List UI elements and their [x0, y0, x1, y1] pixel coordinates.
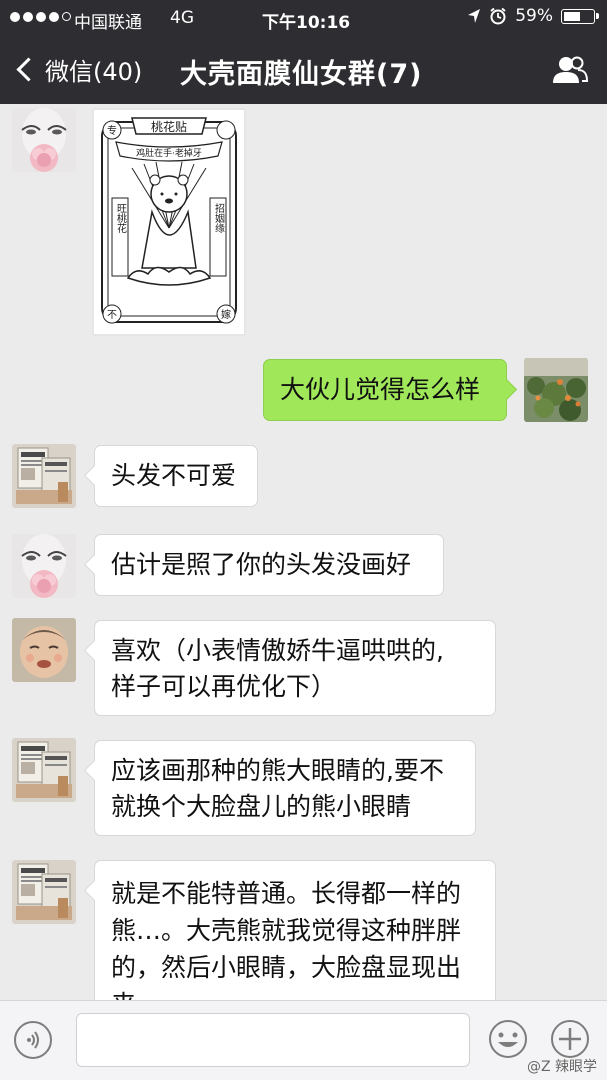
- battery-fill: [564, 11, 580, 21]
- voice-icon: [27, 1031, 39, 1049]
- battery-percent: 59%: [515, 6, 553, 26]
- emoji-icon: [489, 1020, 527, 1058]
- plus-icon: [551, 1020, 589, 1058]
- sticker-corner-br: 嫁: [221, 308, 231, 321]
- back-label: 微信(40): [45, 58, 143, 86]
- message-text-line: 的，然后小眼睛，大脸盘显现出: [111, 953, 462, 982]
- emoji-button[interactable]: [488, 1019, 528, 1059]
- nav-bar: 微信(40) 大壳面膜仙女群(7): [0, 36, 607, 104]
- sticker-banner-text: 桃花贴: [151, 119, 187, 134]
- message-bubble-incoming[interactable]: 应该画那种的熊大眼睛的,要不 就换个大脸盘儿的熊小眼睛: [94, 740, 476, 836]
- location-arrow-icon: [468, 9, 481, 23]
- avatar-garden-icon: [524, 358, 588, 422]
- message-text-line: 应该画那种的熊大眼睛的,要不: [111, 756, 444, 785]
- avatar-newspaper-icon: [12, 860, 76, 924]
- avatar[interactable]: [12, 534, 76, 598]
- sticker-image[interactable]: 桃花贴 鸡肚在手·老掉牙 旺桃花 招姻缘 专 不 嫁: [92, 108, 246, 336]
- avatar[interactable]: [12, 738, 76, 802]
- avatar-woman-flower-icon: [12, 108, 76, 172]
- message-text-line: 熊…。大壳熊就我觉得这种胖胖: [111, 916, 462, 945]
- avatar-newspaper-icon: [12, 738, 76, 802]
- message-text-line: 就换个大脸盘儿的熊小眼睛: [111, 792, 412, 821]
- message-text-line: 来: [111, 986, 479, 1000]
- input-bar: @Z 辣眼学: [0, 1000, 607, 1080]
- avatar[interactable]: [12, 108, 76, 172]
- voice-button[interactable]: [14, 1021, 52, 1059]
- network-type: 4G: [170, 8, 194, 28]
- chevron-left-icon: [16, 57, 41, 82]
- wechat-chat-screen: 中国联通 4G 下午10:16 59% 微信(40) 大壳面膜仙女群(7) 桃花…: [0, 0, 607, 1080]
- carrier-name: 中国联通: [74, 13, 142, 33]
- sticker-left-text: 旺桃花: [115, 203, 127, 233]
- sticker-corner-bl: 不: [107, 310, 117, 321]
- peach-blossom-sticker-icon: 桃花贴 鸡肚在手·老掉牙 旺桃花 招姻缘 专 不 嫁: [92, 108, 246, 336]
- message-text: 大伙儿觉得怎么样: [280, 375, 481, 404]
- avatar[interactable]: [12, 618, 76, 682]
- avatar[interactable]: [12, 444, 76, 508]
- chat-title: 大壳面膜仙女群(7): [180, 59, 423, 90]
- avatar-newspaper-icon: [12, 444, 76, 508]
- watermark-text: @Z 辣眼学: [526, 1059, 597, 1075]
- status-right-group: 59%: [467, 6, 599, 26]
- alarm-clock-icon: [490, 7, 506, 25]
- message-text: 估计是照了你的头发没画好: [111, 550, 412, 579]
- avatar[interactable]: [12, 860, 76, 924]
- watermark: @Z 辣眼学: [527, 1056, 597, 1076]
- message-bubble-incoming[interactable]: 喜欢（小表情傲娇牛逼哄哄的, 样子可以再优化下）: [94, 620, 496, 716]
- avatar[interactable]: [524, 358, 588, 422]
- more-button[interactable]: [550, 1019, 590, 1059]
- message-text-line: 就是不能特普通。长得都一样的: [111, 879, 462, 908]
- message-list[interactable]: 桃花贴 鸡肚在手·老掉牙 旺桃花 招姻缘 专 不 嫁 大伙儿觉得怎么样 头发不可…: [0, 104, 607, 1000]
- signal-strength-icon: [10, 12, 71, 22]
- message-bubble-incoming[interactable]: 头发不可爱: [94, 445, 258, 507]
- message-input[interactable]: [76, 1013, 470, 1067]
- sticker-ribbon-text: 鸡肚在手·老掉牙: [136, 147, 202, 159]
- avatar-baby-icon: [12, 618, 76, 682]
- message-text-line: 样子可以再优化下）: [111, 672, 337, 701]
- sticker-corner-tl: 专: [107, 124, 117, 137]
- avatar-woman-flower-icon: [12, 534, 76, 598]
- message-text: 头发不可爱: [111, 461, 237, 490]
- status-bar: 中国联通 4G 下午10:16 59%: [0, 0, 607, 36]
- message-bubble-outgoing[interactable]: 大伙儿觉得怎么样: [263, 359, 507, 421]
- message-text-line: 喜欢（小表情傲娇牛逼哄哄的,: [111, 636, 444, 665]
- message-bubble-incoming[interactable]: 估计是照了你的头发没画好: [94, 534, 444, 596]
- sticker-right-text: 招姻缘: [213, 202, 225, 233]
- battery-icon: [561, 8, 599, 24]
- message-bubble-incoming[interactable]: 就是不能特普通。长得都一样的 熊…。大壳熊就我觉得这种胖胖 的，然后小眼睛，大脸…: [94, 860, 496, 1000]
- back-button[interactable]: 微信(40): [14, 52, 142, 87]
- status-time: 下午10:16: [262, 13, 351, 33]
- group-members-icon[interactable]: [551, 55, 589, 85]
